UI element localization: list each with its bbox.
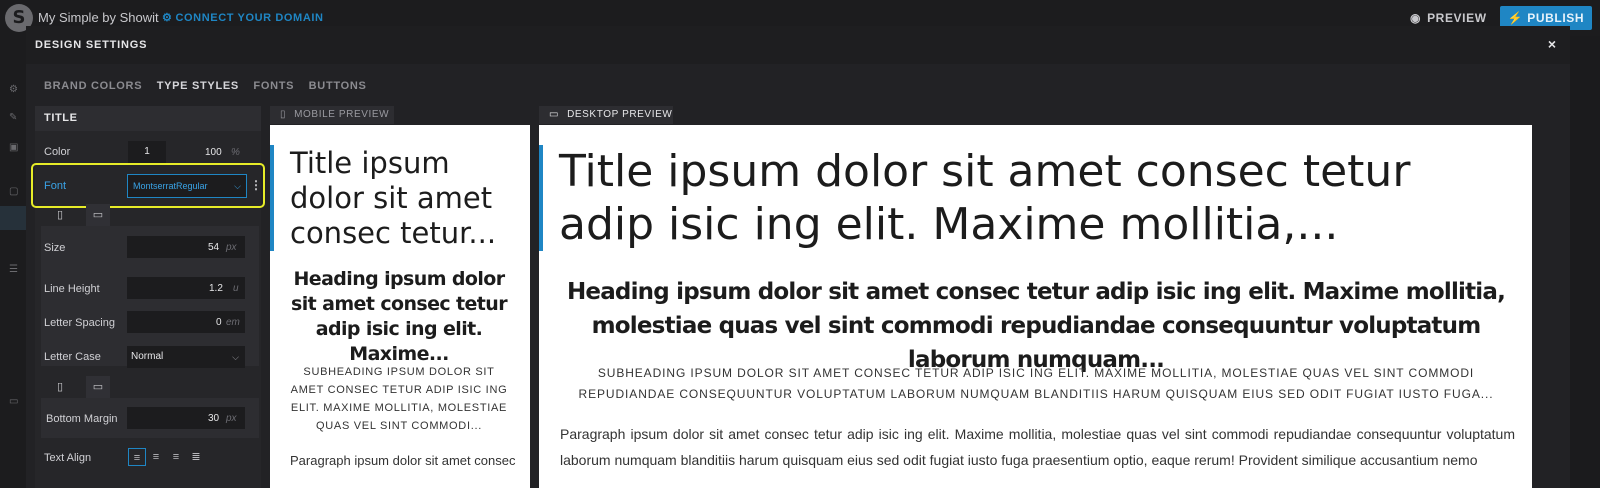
monitor-icon: ▭ (549, 109, 560, 120)
connect-domain-link[interactable]: ⚙ CONNECT YOUR DOMAIN (162, 11, 324, 24)
letter-spacing-label: Letter Spacing (44, 317, 115, 329)
color-label: Color (44, 146, 71, 158)
letter-case-label: Letter Case (44, 351, 101, 363)
desktop-sample-title[interactable]: Title ipsum dolor sit amet consec tetur … (559, 145, 1519, 251)
tab-brand-colors[interactable]: BRAND COLORS (44, 80, 142, 92)
bolt-icon: ⚡ (1507, 11, 1524, 25)
align-center-icon[interactable]: ≡ (147, 448, 165, 466)
size-unit: px (226, 242, 237, 253)
line-height-label: Line Height (44, 283, 100, 295)
modal-header: DESIGN SETTINGS × (26, 26, 1570, 64)
text-align-label: Text Align (44, 452, 92, 464)
letter-spacing-unit: em (226, 317, 240, 328)
connect-domain-label: CONNECT YOUR DOMAIN (175, 12, 324, 24)
bottom-margin-unit: px (226, 413, 237, 424)
mobile-sample-paragraph[interactable]: Paragraph ipsum dolor sit amet consec (290, 451, 520, 471)
align-justify-icon[interactable]: ≣ (187, 448, 205, 466)
align-left-icon[interactable]: ≡ (128, 448, 146, 466)
desktop-preview-title: DESKTOP PREVIEW (567, 109, 673, 120)
tab-fonts[interactable]: FONTS (253, 80, 294, 92)
size-value: 54 (208, 242, 220, 253)
color-swatch[interactable]: 1 (128, 141, 166, 163)
selected-style-indicator (270, 145, 274, 251)
tab-type-styles[interactable]: TYPE STYLES (157, 80, 239, 92)
bottom-margin-value: 30 (208, 413, 220, 424)
panel-rail-icon[interactable]: ▭ (9, 396, 18, 407)
desktop-preview-frame: Title ipsum dolor sit amet consec tetur … (539, 125, 1532, 488)
rail-selected-item[interactable] (0, 206, 26, 230)
image-rail-icon[interactable]: ▣ (9, 142, 18, 153)
settings-rail-icon[interactable]: ⚙ (9, 84, 18, 95)
desktop-sample-paragraph[interactable]: Paragraph ipsum dolor sit amet consec te… (560, 421, 1515, 473)
chevron-down-icon: ⌵ (234, 181, 241, 191)
tab-bar: BRAND COLORS TYPE STYLES FONTS BUTTONS (44, 76, 377, 94)
color-opacity-value[interactable]: 100 (205, 147, 222, 158)
color-opacity-unit: % (231, 147, 240, 158)
preview-label: PREVIEW (1427, 11, 1487, 25)
font-select-value: MontserratRegular (133, 181, 208, 191)
modal-title: DESIGN SETTINGS (35, 39, 148, 51)
mobile-device-icon[interactable]: ▯ (48, 204, 72, 226)
line-height-field[interactable] (127, 277, 245, 299)
pen-rail-icon[interactable]: ✎ (9, 112, 17, 123)
desktop-preview-label: ▭ DESKTOP PREVIEW (539, 106, 673, 124)
desktop-device-icon[interactable]: ▭ (86, 376, 110, 398)
list-rail-icon[interactable]: ☰ (9, 264, 18, 275)
phone-icon: ▯ (280, 109, 287, 120)
page-rail-icon[interactable]: ▢ (9, 186, 18, 197)
chevron-down-icon: ⌵ (232, 352, 239, 362)
align-right-icon[interactable]: ≡ (167, 448, 185, 466)
letter-spacing-value: 0 (216, 317, 222, 328)
mobile-preview-label: ▯ MOBILE PREVIEW (270, 106, 394, 124)
mobile-sample-heading[interactable]: Heading ipsum dolor sit amet consec tetu… (284, 267, 514, 367)
preview-button[interactable]: ◉ PREVIEW (1400, 8, 1497, 28)
gear-icon: ⚙ (162, 12, 173, 24)
publish-label: PUBLISH (1527, 11, 1585, 25)
mobile-sample-subheading[interactable]: SUBHEADING IPSUM DOLOR SIT AMET CONSEC T… (288, 363, 510, 435)
desktop-device-icon[interactable]: ▭ (86, 204, 110, 226)
size-label: Size (44, 242, 66, 254)
font-label: Font (44, 180, 67, 192)
mobile-sample-title[interactable]: Title ipsum dolor sit amet consec tetur.… (290, 146, 520, 251)
left-rail: ⚙ ✎ ▣ ▢ ☰ ▭ (0, 36, 26, 488)
letter-case-value: Normal (131, 351, 164, 362)
tab-buttons[interactable]: BUTTONS (309, 80, 367, 92)
mobile-device-icon[interactable]: ▯ (48, 376, 72, 398)
selected-style-indicator (539, 145, 543, 251)
line-height-unit: u (233, 283, 239, 294)
mobile-preview-frame: Title ipsum dolor sit amet consec tetur.… (270, 125, 530, 488)
desktop-sample-heading[interactable]: Heading ipsum dolor sit amet consec tetu… (561, 275, 1511, 377)
eye-icon: ◉ (1410, 11, 1422, 25)
bottom-margin-label: Bottom Margin (46, 413, 118, 425)
desktop-sample-subheading[interactable]: SUBHEADING IPSUM DOLOR SIT AMET CONSEC T… (561, 363, 1511, 405)
font-select[interactable]: MontserratRegular ⌵ (127, 174, 247, 198)
more-options-icon[interactable]: ⋮ (250, 178, 262, 192)
section-title[interactable]: TITLE (35, 106, 261, 131)
letter-case-select[interactable]: Normal ⌵ (127, 346, 245, 368)
line-height-value: 1.2 (209, 283, 223, 294)
close-icon[interactable]: × (1548, 36, 1556, 52)
mobile-preview-title: MOBILE PREVIEW (294, 109, 390, 120)
site-name: My Simple by Showit (38, 10, 159, 25)
design-settings-modal: DESIGN SETTINGS × BRAND COLORS TYPE STYL… (26, 26, 1570, 488)
